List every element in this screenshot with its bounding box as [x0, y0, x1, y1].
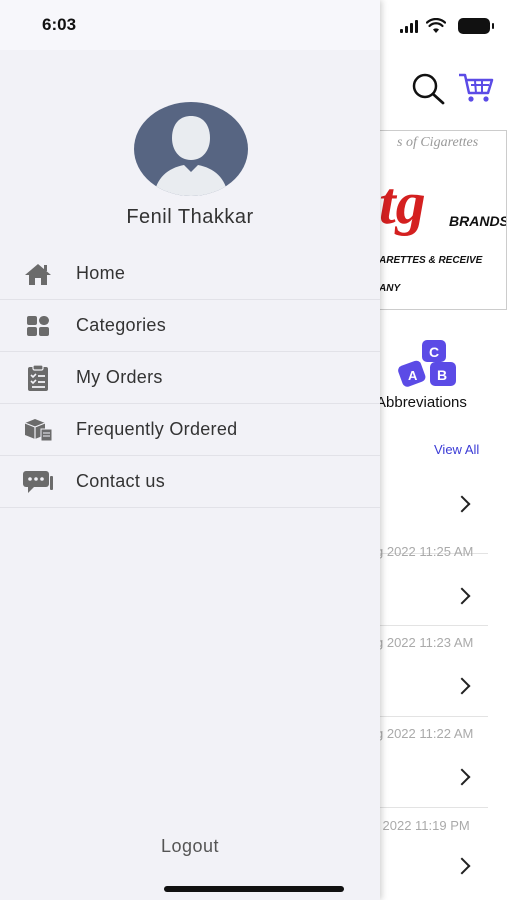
menu-item-contact-us[interactable]: Contact us	[0, 456, 380, 508]
menu-label: My Orders	[76, 367, 163, 387]
home-indicator[interactable]	[164, 886, 344, 892]
chat-icon	[22, 468, 54, 496]
view-all-link[interactable]: View All	[434, 442, 479, 457]
status-bar: 6:03	[0, 0, 380, 50]
svg-text:A: A	[408, 368, 418, 383]
drawer-menu: Home Categories My Orders Frequently Ord…	[0, 248, 380, 508]
battery-icon	[458, 18, 494, 34]
logout-button[interactable]: Logout	[0, 836, 380, 857]
menu-label: Contact us	[76, 471, 166, 491]
packages-icon	[22, 416, 54, 444]
banner-logo: tg	[379, 170, 426, 236]
status-time: 6:03	[42, 15, 77, 34]
chevron-right-icon	[453, 857, 471, 875]
chevron-right-icon	[453, 495, 471, 513]
promo-banner[interactable]: s of Cigarettes tg BRANDS™ ARETTES & REC…	[376, 130, 507, 310]
order-row[interactable]	[376, 808, 488, 900]
banner-tagline-2: ANY	[379, 283, 401, 294]
order-row[interactable]	[376, 534, 488, 626]
chevron-right-icon	[453, 768, 471, 786]
menu-item-my-orders[interactable]: My Orders	[0, 352, 380, 404]
banner-brands: BRANDS™	[449, 213, 506, 229]
user-name: Fenil Thakkar	[126, 206, 254, 228]
side-drawer: 6:03 Fenil Thakkar Home Categories My Or…	[0, 0, 380, 900]
menu-label: Categories	[76, 315, 167, 335]
signal-icon	[400, 19, 418, 33]
menu-item-frequently-ordered[interactable]: Frequently Ordered	[0, 404, 380, 456]
grid-icon	[22, 312, 54, 340]
abbreviations-icon[interactable]: A C B	[396, 338, 460, 388]
user-silhouette-icon	[154, 116, 228, 196]
status-icons	[400, 14, 500, 38]
wifi-icon	[426, 18, 446, 33]
chevron-right-icon	[453, 587, 471, 605]
search-icon[interactable]	[410, 72, 446, 106]
banner-headline: s of Cigarettes	[397, 135, 479, 150]
cart-icon[interactable]	[458, 72, 494, 104]
avatar[interactable]	[134, 102, 248, 196]
menu-item-home[interactable]: Home	[0, 248, 380, 300]
clipboard-icon	[22, 363, 54, 392]
menu-label: Frequently Ordered	[76, 419, 238, 439]
menu-label: Home	[76, 263, 126, 283]
svg-text:C: C	[429, 344, 439, 360]
banner-tagline: ARETTES & RECEIVE	[379, 255, 483, 266]
svg-text:B: B	[437, 367, 447, 383]
menu-item-categories[interactable]: Categories	[0, 300, 380, 352]
home-icon	[22, 260, 54, 288]
order-row[interactable]	[376, 717, 488, 808]
abbreviations-label: Abbreviations	[376, 394, 467, 411]
chevron-right-icon	[453, 677, 471, 695]
order-row[interactable]	[376, 626, 488, 717]
